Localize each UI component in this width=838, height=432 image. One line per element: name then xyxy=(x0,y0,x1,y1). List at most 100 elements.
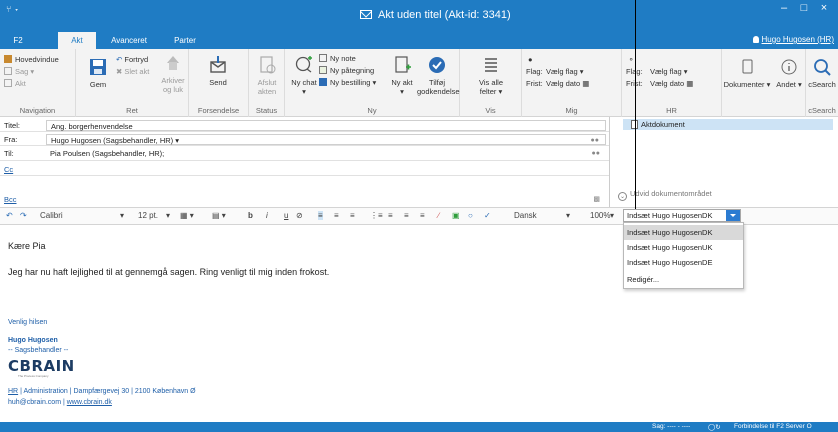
editor-scrollbar[interactable] xyxy=(820,225,838,422)
align-center-icon[interactable]: ≡ xyxy=(334,211,339,220)
indent-icon[interactable]: ≡ xyxy=(404,211,409,220)
slet-akt-button[interactable]: ✖ Slet akt xyxy=(116,67,149,76)
group-label-navigation: Navigation xyxy=(19,106,56,115)
numbered-list-icon[interactable]: ≡ xyxy=(388,211,393,220)
website-link[interactable]: www.cbrain.dk xyxy=(67,399,112,406)
document-pane: Aktdokument ⌄ Udvid dokumentområdet xyxy=(609,117,838,207)
ny-paategning-button[interactable]: Ny påtegning xyxy=(319,66,374,75)
ribbon: Hovedvindue Sag ▾ Akt Navigation Gem ↶ F… xyxy=(0,49,838,117)
address-text: | Administration | Dampfærgevej 30 | 210… xyxy=(18,388,196,395)
close-button[interactable]: × xyxy=(814,2,834,14)
vis-alle-felter-button[interactable]: Vis alle felter ▾ xyxy=(472,55,510,96)
hr-vaelg-flag[interactable]: Vælg flag ▾ xyxy=(650,67,688,76)
signature-contact-line: huh@cbrain.com | www.cbrain.dk xyxy=(8,399,112,406)
arkiver-label: Arkiver og luk xyxy=(161,76,185,94)
highlight-color-icon[interactable]: ▦ ▾ xyxy=(180,211,194,220)
window-title-text: Akt uden titel (Akt-id: 3341) xyxy=(378,9,511,21)
tab-akt[interactable]: Akt xyxy=(58,32,96,49)
insert-link-icon[interactable]: ○ xyxy=(468,211,473,220)
quick-access-toolbar[interactable]: ⑂ ▾ xyxy=(6,4,19,14)
chevron-down-icon[interactable]: ▾ xyxy=(610,211,614,220)
insert-image-icon[interactable]: ▣ xyxy=(452,211,460,220)
chevron-down-icon[interactable]: ▾ xyxy=(120,211,124,220)
fortryd-button[interactable]: ↶ Fortryd xyxy=(116,55,148,64)
dropdown-arrow-icon[interactable] xyxy=(726,210,740,221)
ny-note-button[interactable]: Ny note xyxy=(319,54,356,63)
font-color-icon[interactable]: ▤ ▾ xyxy=(212,211,226,220)
ny-chat-button[interactable]: Ny chat ▾ xyxy=(289,55,319,96)
font-select[interactable]: Calibri xyxy=(40,211,63,220)
dokumenter-button[interactable]: Dokumenter ▾ xyxy=(722,57,772,89)
chevron-down-icon[interactable]: ▾ xyxy=(166,211,170,220)
maximize-button[interactable]: □ xyxy=(794,2,814,14)
align-right-icon[interactable]: ≡ xyxy=(350,211,355,220)
bcc-input[interactable]: ▩ xyxy=(46,193,606,204)
user-link[interactable]: Hugo Hugosen (HR) xyxy=(752,35,834,44)
gem-button[interactable]: Gem xyxy=(86,57,110,89)
insert-signature-combo[interactable]: Indsæt Hugo HugosenDK xyxy=(623,209,741,222)
user-name[interactable]: Hugo Hugosen (HR) xyxy=(762,35,834,44)
cc-link[interactable]: Cc xyxy=(4,165,13,174)
chevron-down-icon[interactable]: ▾ xyxy=(566,211,570,220)
message-body-editor[interactable]: Kære Pia Jeg har nu haft lejlighed til a… xyxy=(0,225,820,422)
spellcheck-icon[interactable]: ✓ xyxy=(484,211,491,220)
ny-akt-button[interactable]: Ny akt ▾ xyxy=(389,55,415,96)
undo-icon[interactable]: ↶ xyxy=(6,211,13,220)
group-label-status: Status xyxy=(255,106,278,115)
tilfoej-godkendelse-button[interactable]: Tilføj godkendelse xyxy=(417,55,460,96)
expand-label: Udvid dokumentområdet xyxy=(630,189,712,198)
fra-select[interactable]: Hugo Hugosen (Sagsbehandler, HR) ▾ ●● xyxy=(46,134,606,145)
redo-icon[interactable]: ↷ xyxy=(20,211,27,220)
clear-formatting-icon[interactable]: ∕ xyxy=(438,211,439,220)
tab-f2[interactable]: F2 xyxy=(4,32,32,49)
titel-label: Titel: xyxy=(4,121,20,130)
font-size-select[interactable]: 12 pt. xyxy=(138,211,158,220)
sag-button[interactable]: Sag ▾ xyxy=(4,67,34,76)
ny-akt-label: Ny akt ▾ xyxy=(391,78,413,96)
address-book-icon[interactable]: ●● xyxy=(591,137,599,144)
language-select[interactable]: Dansk xyxy=(514,211,537,220)
strikethrough-icon[interactable]: ⊘ xyxy=(296,211,303,220)
group-csearch: cSearch cSearch xyxy=(806,49,838,117)
tab-avanceret[interactable]: Avanceret xyxy=(104,32,154,49)
person-icon xyxy=(752,36,759,43)
mig-vaelg-dato[interactable]: Vælg dato ▦ xyxy=(546,79,589,88)
expand-document-area[interactable]: ⌄ Udvid dokumentområdet xyxy=(618,189,712,201)
arkiver-button[interactable]: Arkiver og luk xyxy=(160,53,186,94)
zoom-select[interactable]: 100% xyxy=(590,211,610,220)
csearch-button[interactable]: cSearch xyxy=(806,57,838,89)
bcc-link[interactable]: Bcc xyxy=(4,195,17,204)
tab-parter[interactable]: Parter xyxy=(166,32,204,49)
fortryd-label: Fortryd xyxy=(124,55,149,64)
bullet-list-icon[interactable]: ⋮≡ xyxy=(370,211,383,220)
ny-bestilling-label: Ny bestilling ▾ xyxy=(330,78,377,87)
italic-icon[interactable]: i xyxy=(266,211,268,220)
minimize-button[interactable]: – xyxy=(774,2,794,14)
archive-icon xyxy=(167,56,179,70)
outdent-icon[interactable]: ≡ xyxy=(420,211,425,220)
hovedvindue-label: Hovedvindue xyxy=(15,55,59,64)
hr-link[interactable]: HR xyxy=(8,388,18,395)
afslut-button[interactable]: Afslut akten xyxy=(253,55,281,96)
align-left-icon[interactable]: ≡ xyxy=(318,211,323,220)
bold-icon[interactable]: b xyxy=(248,211,253,220)
cc-input[interactable] xyxy=(46,164,606,175)
underline-icon[interactable]: u xyxy=(284,211,288,220)
fields-icon xyxy=(485,58,497,72)
address-book-icon[interactable]: ●● xyxy=(592,150,600,157)
send-button[interactable]: Send xyxy=(203,55,233,87)
andet-button[interactable]: Andet ▾ xyxy=(772,57,806,89)
til-input[interactable]: Pia Poulsen (Sagsbehandler, HR); ●● xyxy=(46,148,606,159)
aktdokument-item[interactable]: Aktdokument xyxy=(623,119,833,130)
insert-signature-value: Indsæt Hugo HugosenDK xyxy=(627,211,713,220)
hovedvindue-button[interactable]: Hovedvindue xyxy=(4,55,59,64)
ny-bestilling-button[interactable]: Ny bestilling ▾ xyxy=(319,78,376,87)
hr-vaelg-dato[interactable]: Vælg dato ▦ xyxy=(650,79,693,88)
mig-vaelg-flag[interactable]: Vælg flag ▾ xyxy=(546,67,584,76)
document-icon xyxy=(4,79,12,87)
group-ret: Gem ↶ Fortryd ✖ Slet akt Arkiver og luk … xyxy=(76,49,189,117)
case-icon xyxy=(4,67,12,75)
expand-field-icon[interactable]: ▩ xyxy=(593,195,600,203)
titel-input[interactable]: Ang. borgerhenvendelse xyxy=(46,120,606,131)
akt-button[interactable]: Akt xyxy=(4,79,26,88)
